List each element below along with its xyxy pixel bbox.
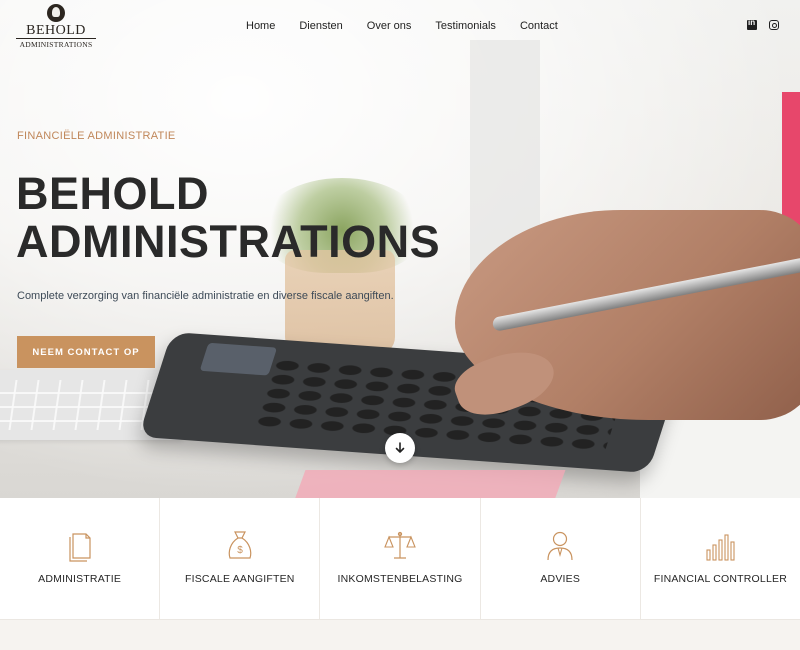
hero-title-line-2: ADMINISTRATIONS	[16, 216, 441, 267]
services-row: ADMINISTRATIE $ FISCALE AANGIFTEN INKOMS…	[0, 498, 800, 620]
next-section-band	[0, 620, 800, 650]
hero-title: BEHOLD ADMINISTRATIONS	[16, 170, 440, 266]
service-inkomstenbelasting[interactable]: INKOMSTENBELASTING	[320, 498, 481, 619]
hero-title-line-1: BEHOLD	[16, 168, 209, 219]
svg-text:$: $	[237, 545, 243, 556]
nav-diensten[interactable]: Diensten	[299, 18, 342, 34]
social-links	[747, 18, 779, 30]
logo-subtitle: ADMINISTRATIONS	[16, 38, 96, 49]
site-logo[interactable]: BEHOLD ADMINISTRATIONS	[16, 4, 96, 50]
service-label: ADVIES	[540, 573, 581, 585]
pink-paper-image	[294, 470, 566, 498]
service-financial-controller[interactable]: FINANCIAL CONTROLLER	[641, 498, 800, 619]
documents-icon	[68, 533, 91, 562]
money-bag-icon: $	[228, 531, 252, 559]
service-label: FISCALE AANGIFTEN	[185, 573, 295, 585]
nav-testimonials[interactable]: Testimonials	[435, 18, 496, 34]
site-header: BEHOLD ADMINISTRATIONS Home Diensten Ove…	[0, 0, 800, 52]
linkedin-icon[interactable]	[747, 18, 757, 30]
service-label: ADMINISTRATIE	[38, 573, 122, 585]
nav-contact[interactable]: Contact	[520, 18, 558, 34]
service-advies[interactable]: ADVIES	[481, 498, 641, 619]
nav-over-ons[interactable]: Over ons	[367, 18, 412, 34]
service-label: INKOMSTENBELASTING	[337, 573, 463, 585]
scales-icon	[384, 531, 416, 559]
scroll-down-button[interactable]	[385, 433, 415, 463]
service-label: FINANCIAL CONTROLLER	[653, 573, 787, 585]
service-fiscale-aangiften[interactable]: $ FISCALE AANGIFTEN	[160, 498, 321, 619]
nav-home[interactable]: Home	[246, 18, 275, 34]
arrow-down-icon	[395, 442, 405, 453]
service-administratie[interactable]: ADMINISTRATIE	[0, 498, 161, 619]
instagram-icon[interactable]	[769, 20, 779, 30]
hero-subtitle: Complete verzorging van financiële admin…	[17, 290, 394, 302]
main-menu: Home Diensten Over ons Testimonials Cont…	[246, 18, 582, 34]
bar-chart-icon	[706, 534, 735, 561]
owl-logo-icon	[47, 4, 65, 22]
logo-name: BEHOLD	[26, 23, 86, 38]
advisor-icon	[547, 531, 573, 561]
contact-button[interactable]: NEEM CONTACT OP	[17, 336, 155, 368]
hero-eyebrow: FINANCIËLE ADMINISTRATIE	[17, 130, 176, 142]
